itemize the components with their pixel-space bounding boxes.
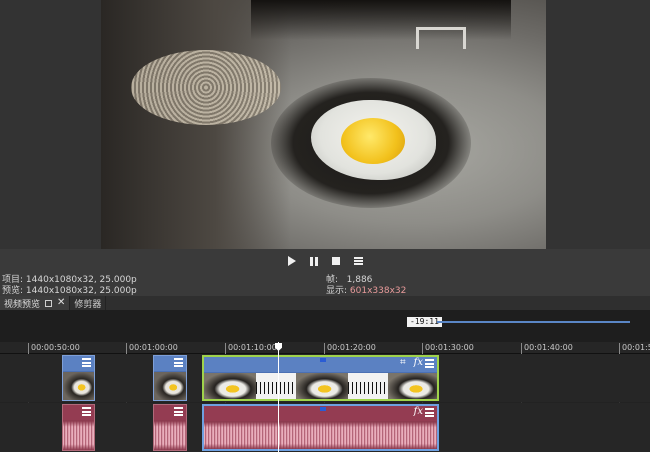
menu-icon[interactable]: [425, 408, 434, 417]
menu-icon: [353, 257, 363, 265]
ruler-tick: 00:01:30:00: [422, 343, 474, 354]
tab-trimmer[interactable]: 修剪器: [70, 296, 107, 310]
audio-clip-selected[interactable]: fx: [202, 404, 439, 451]
video-clip[interactable]: [153, 355, 187, 401]
audio-clip[interactable]: [62, 404, 95, 451]
maximize-icon[interactable]: [45, 299, 53, 307]
clip-thumbnail: [204, 373, 256, 399]
video-clip-selected[interactable]: ⌗ fx: [202, 355, 439, 401]
ruler-tick: 00:01:20:00: [324, 343, 376, 354]
clip-waveform-strip: [348, 373, 388, 399]
ruler-tick: 00:00:50:00: [28, 343, 80, 354]
crop-icon[interactable]: ⌗: [400, 358, 410, 368]
clip-thumbnail: [154, 372, 186, 400]
fade-handle[interactable]: [320, 358, 326, 362]
ruler-tick: 00:01:10:00: [225, 343, 277, 354]
stop-icon: [332, 257, 340, 265]
audio-waveform: [204, 422, 437, 449]
panel-tabs: 视频预览 ✕ 修剪器: [0, 296, 650, 310]
ruler-tick: 00:01:00:00: [126, 343, 178, 354]
fx-icon[interactable]: fx: [414, 406, 423, 417]
menu-icon[interactable]: [174, 358, 183, 367]
tab-video-preview[interactable]: 视频预览 ✕: [0, 296, 71, 310]
pause-icon: [310, 256, 318, 266]
video-clip[interactable]: [62, 355, 95, 401]
loop-region-bar[interactable]: [437, 321, 630, 323]
fade-handle[interactable]: [320, 407, 326, 411]
project-info: 项目: 1440x1080x32, 25.000p: [2, 275, 137, 285]
pause-button[interactable]: [307, 254, 321, 268]
playhead-line[interactable]: [278, 342, 279, 452]
video-preview-panel: [0, 0, 650, 249]
menu-icon[interactable]: [82, 358, 91, 367]
clip-thumbnail: [296, 373, 348, 399]
video-track: ⌗ fx: [0, 354, 650, 402]
audio-waveform: [63, 421, 94, 450]
close-icon[interactable]: ✕: [57, 298, 65, 308]
timeline-tracks: ⌗ fx fx: [0, 354, 650, 452]
clip-waveform-strip: [256, 373, 296, 399]
ruler-tick: 00:01:5: [619, 343, 650, 354]
time-ruler[interactable]: 00:00:50:00 00:01:00:00 00:01:10:00 00:0…: [0, 342, 650, 354]
fx-icon[interactable]: fx: [414, 357, 423, 368]
ruler-tick: 00:01:40:00: [521, 343, 573, 354]
audio-clip[interactable]: [153, 404, 187, 451]
clip-thumbnail: [63, 372, 94, 400]
video-preview-frame: [101, 0, 546, 249]
audio-waveform: [154, 421, 186, 450]
play-button[interactable]: [285, 254, 299, 268]
preview-info-panel: 项目: 1440x1080x32, 25.000p 预览: 1440x1080x…: [0, 273, 650, 296]
frame-info: 帧: 1,886: [326, 275, 373, 285]
stop-button[interactable]: [329, 254, 343, 268]
play-icon: [288, 256, 296, 266]
audio-track: fx: [0, 403, 650, 452]
timeline-header: -19:11: [0, 310, 650, 342]
menu-icon[interactable]: [425, 359, 434, 368]
preview-menu-button[interactable]: [351, 254, 365, 268]
transport-controls: [0, 249, 650, 273]
menu-icon[interactable]: [174, 407, 183, 416]
clip-thumbnail: [388, 373, 437, 399]
menu-icon[interactable]: [82, 407, 91, 416]
